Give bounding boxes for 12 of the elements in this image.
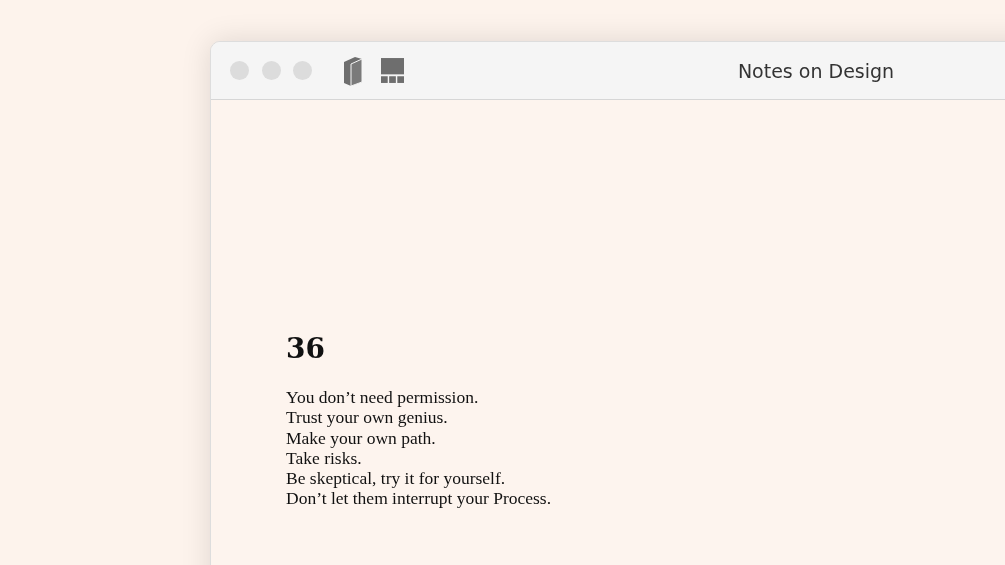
text-line: Make your own path. <box>286 427 436 448</box>
text-line: Trust your own genius. <box>286 407 448 428</box>
minimize-button[interactable] <box>261 61 281 80</box>
text-line: Don’t let them interrupt your Process. <box>286 488 552 509</box>
text-line: You don’t need permission. <box>286 387 479 408</box>
close-button[interactable] <box>230 61 249 80</box>
text-line: Take risks. <box>286 447 362 469</box>
zoom-button[interactable] <box>293 61 312 80</box>
text-line: Be skeptical, try it for yourself. <box>286 468 506 489</box>
window-title: Notes on Design <box>737 59 895 82</box>
page-number: 36 <box>286 332 325 365</box>
layout-icon[interactable] <box>380 58 404 83</box>
